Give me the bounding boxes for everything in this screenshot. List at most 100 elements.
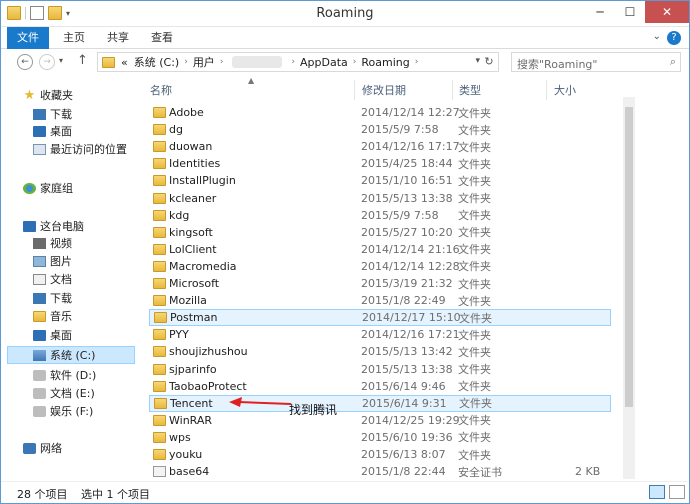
file-name: base64 — [169, 465, 210, 479]
back-button[interactable]: ← — [17, 54, 33, 70]
table-row[interactable]: Macromedia 2014/12/14 12:28 文件夹 — [149, 258, 611, 275]
file-type: 文件夹 — [458, 448, 491, 462]
ribbon-expand-icon[interactable]: ⌄ — [653, 31, 661, 42]
table-row[interactable]: TaobaoProtect 2015/6/14 9:46 文件夹 — [149, 378, 611, 395]
breadcrumb-drive[interactable]: 系统 (C:) — [134, 54, 179, 70]
search-icon[interactable]: ⌕ — [670, 55, 676, 69]
tab-home[interactable]: 主页 — [63, 27, 85, 49]
folder-icon — [153, 329, 166, 341]
file-type: 文件夹 — [459, 311, 492, 325]
vertical-scrollbar[interactable] — [623, 97, 635, 479]
window-controls: ─ ☐ ✕ — [585, 1, 689, 23]
table-row[interactable]: Microsoft 2015/3/19 21:32 文件夹 — [149, 275, 611, 292]
table-row[interactable]: PYY 2014/12/16 17:21 文件夹 — [149, 326, 611, 343]
sidebar-item-network[interactable]: 网络 — [23, 439, 157, 457]
table-row[interactable]: kcleaner 2015/5/13 13:38 文件夹 — [149, 190, 611, 207]
file-date: 2015/3/19 21:32 — [361, 277, 453, 290]
column-divider[interactable] — [546, 80, 547, 100]
maximize-button[interactable]: ☐ — [615, 1, 645, 23]
file-type: 文件夹 — [458, 243, 491, 257]
table-row[interactable]: InstallPlugin 2015/1/10 16:51 文件夹 — [149, 172, 611, 189]
table-row[interactable]: Identities 2015/4/25 18:44 文件夹 — [149, 155, 611, 172]
file-name: shoujizhushou — [169, 345, 248, 359]
breadcrumb-appdata[interactable]: AppData — [300, 56, 348, 69]
breadcrumb-overflow[interactable]: « — [121, 56, 128, 69]
sidebar-item-homegroup[interactable]: 家庭组 — [23, 179, 157, 197]
refresh-icon[interactable]: ↻ — [482, 55, 496, 69]
tab-view[interactable]: 查看 — [151, 27, 173, 49]
breadcrumb-users[interactable]: 用户 — [193, 54, 215, 70]
tab-share[interactable]: 共享 — [107, 27, 129, 49]
file-date: 2015/5/13 13:38 — [361, 362, 453, 376]
table-row[interactable]: shoujizhushou 2015/5/13 13:42 文件夹 — [149, 343, 611, 360]
sidebar-item-label: 文档 — [50, 273, 72, 286]
address-dropdown-icon[interactable]: ▾ — [475, 56, 480, 66]
large-icons-view-button[interactable] — [669, 485, 685, 499]
table-row[interactable]: base64 2015/1/8 22:44 安全证书 2 KB — [149, 463, 611, 480]
sidebar-item-label: 最近访问的位置 — [50, 143, 127, 156]
table-row[interactable]: WinRAR 2014/12/25 19:29 文件夹 — [149, 412, 611, 429]
folder-icon — [153, 158, 166, 170]
sidebar-item-label: 桌面 — [50, 329, 72, 342]
file-date: 2015/6/13 8:07 — [361, 448, 446, 461]
file-name: kingsoft — [169, 225, 213, 239]
table-row[interactable]: Tencent 2015/6/14 9:31 文件夹 — [149, 394, 611, 412]
file-type: 文件夹 — [458, 277, 491, 291]
help-icon[interactable]: ? — [667, 31, 681, 45]
column-header-name[interactable]: 名称 — [150, 82, 172, 98]
table-row[interactable]: wps 2015/6/10 19:36 文件夹 — [149, 429, 611, 446]
chevron-right-icon[interactable]: › — [220, 57, 224, 67]
chevron-right-icon[interactable]: › — [415, 57, 419, 67]
table-row[interactable]: duowan 2014/12/16 17:17 文件夹 — [149, 138, 611, 155]
file-type: 文件夹 — [458, 192, 491, 205]
details-view-button[interactable] — [649, 485, 665, 499]
chevron-right-icon[interactable]: › — [291, 57, 295, 67]
up-button[interactable]: ↑ — [77, 53, 88, 68]
table-row[interactable]: kdg 2015/5/9 7:58 文件夹 — [149, 207, 611, 224]
column-divider[interactable] — [452, 80, 453, 100]
folder-icon — [153, 175, 166, 187]
table-row[interactable]: LolClient 2014/12/14 21:16 文件夹 — [149, 241, 611, 258]
file-type: 文件夹 — [458, 380, 491, 394]
minimize-button[interactable]: ─ — [585, 1, 615, 23]
chevron-right-icon[interactable]: › — [184, 57, 188, 67]
file-type: 文件夹 — [458, 414, 491, 428]
table-row[interactable]: sjparinfo 2015/5/13 13:38 文件夹 — [149, 361, 611, 378]
star-icon: ★ — [23, 87, 36, 103]
address-bar[interactable]: « 系统 (C:) › 用户 › › AppData › Roaming › ▾… — [97, 52, 499, 72]
table-row[interactable]: youku 2015/6/13 8:07 文件夹 — [149, 446, 611, 463]
drive-icon — [33, 369, 46, 381]
column-divider[interactable] — [354, 80, 355, 100]
file-date: 2015/1/8 22:49 — [361, 294, 446, 308]
table-row[interactable]: kingsoft 2015/5/27 10:20 文件夹 — [149, 224, 611, 241]
breadcrumb-roaming[interactable]: Roaming — [361, 56, 409, 69]
column-header-type[interactable]: 类型 — [459, 82, 481, 98]
forward-button[interactable]: → — [39, 54, 55, 70]
close-button[interactable]: ✕ — [645, 1, 689, 23]
column-header-size[interactable]: 大小 — [554, 82, 576, 98]
column-header-date[interactable]: 修改日期 — [362, 82, 406, 98]
search-input[interactable]: 搜索"Roaming" ⌕ — [511, 52, 681, 72]
file-name: Identities — [169, 157, 221, 171]
file-name: Mozilla — [169, 294, 207, 308]
recent-locations-icon[interactable]: ▾ — [59, 56, 63, 65]
table-row[interactable]: Adobe 2014/12/14 12:27 文件夹 — [149, 104, 611, 121]
table-row[interactable]: Postman 2014/12/17 15:10 文件夹 — [149, 309, 611, 327]
sidebar-item-this-pc[interactable]: 这台电脑 — [23, 217, 157, 235]
computer-icon — [23, 220, 36, 232]
file-type: 文件夹 — [459, 397, 492, 411]
tab-file[interactable]: 文件 — [7, 27, 49, 49]
file-name: kdg — [169, 208, 190, 222]
file-date: 2015/1/8 22:44 — [361, 465, 446, 479]
chevron-right-icon[interactable]: › — [353, 57, 357, 67]
sidebar-item-favorites[interactable]: ★ 收藏夹 — [23, 86, 157, 104]
folder-icon — [153, 346, 166, 358]
file-type: 文件夹 — [458, 174, 491, 188]
sidebar-item-system-c[interactable]: 系统 (C:) — [7, 346, 135, 364]
table-row[interactable]: Mozilla 2015/1/8 22:49 文件夹 — [149, 292, 611, 309]
scrollbar-thumb[interactable] — [625, 107, 633, 407]
table-row[interactable]: dg 2015/5/9 7:58 文件夹 — [149, 121, 611, 138]
sidebar-item-label: 视频 — [50, 237, 72, 250]
sidebar-item-label: 下载 — [50, 108, 72, 121]
file-type: 文件夹 — [458, 431, 491, 445]
